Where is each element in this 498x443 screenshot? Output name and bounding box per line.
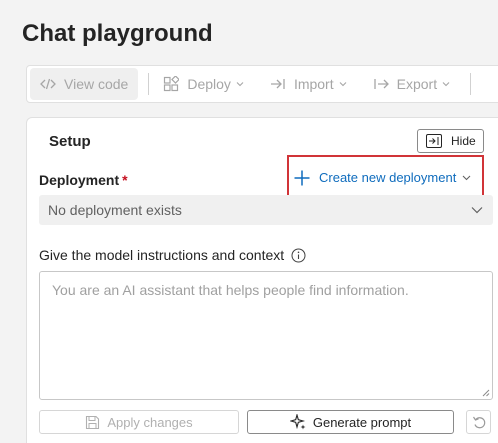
instructions-label-text: Give the model instructions and context [39,247,285,263]
sparkle-icon [289,414,306,430]
deployment-select[interactable]: No deployment exists [39,195,493,225]
setup-title: Setup [49,133,91,150]
hide-panel-icon [426,134,442,148]
apply-changes-button[interactable]: Apply changes [39,410,239,434]
chevron-down-icon [442,80,450,88]
instructions-placeholder: You are an AI assistant that helps peopl… [52,282,409,298]
import-button[interactable]: Import [260,68,357,100]
export-button[interactable]: Export [363,68,460,100]
export-label: Export [396,76,438,92]
chevron-down-icon [339,80,347,88]
generate-prompt-button[interactable]: Generate prompt [247,410,454,434]
setup-panel: Setup Hide Deployment * Create new deploy… [26,117,498,443]
deploy-button[interactable]: Deploy [153,68,254,100]
deploy-icon [163,76,180,92]
toolbar-divider [148,73,150,95]
create-new-deployment-label: Create new deployment [319,170,457,185]
instructions-label: Give the model instructions and context [39,247,306,263]
chevron-down-icon [462,173,471,182]
generate-prompt-label: Generate prompt [312,414,412,430]
chevron-down-icon [471,205,483,215]
deploy-label: Deploy [187,76,231,92]
reset-button[interactable] [466,410,491,434]
import-label: Import [293,76,334,92]
deployment-select-value: No deployment exists [48,202,182,218]
deployment-label-text: Deployment [39,172,120,188]
hide-label: Hide [451,134,476,148]
info-icon[interactable] [291,248,306,263]
toolbar: View code Deploy Import Export [26,65,498,103]
plus-icon [293,169,311,187]
import-icon [270,76,286,92]
toolbar-divider [470,73,472,95]
instructions-textarea[interactable]: You are an AI assistant that helps peopl… [39,271,493,400]
export-icon [373,76,389,92]
required-mark: * [122,172,128,188]
page-title: Chat playground [22,20,213,47]
chevron-down-icon [236,80,244,88]
undo-icon [472,415,486,429]
apply-changes-label: Apply changes [107,414,193,430]
hide-button[interactable]: Hide [417,129,484,153]
create-new-deployment-link[interactable]: Create new deployment [287,155,484,200]
resize-handle-icon[interactable] [482,389,490,397]
view-code-button[interactable]: View code [30,68,139,100]
code-icon [40,76,56,92]
deployment-label: Deployment * [39,172,128,188]
save-icon [85,415,100,430]
view-code-label: View code [64,76,129,92]
